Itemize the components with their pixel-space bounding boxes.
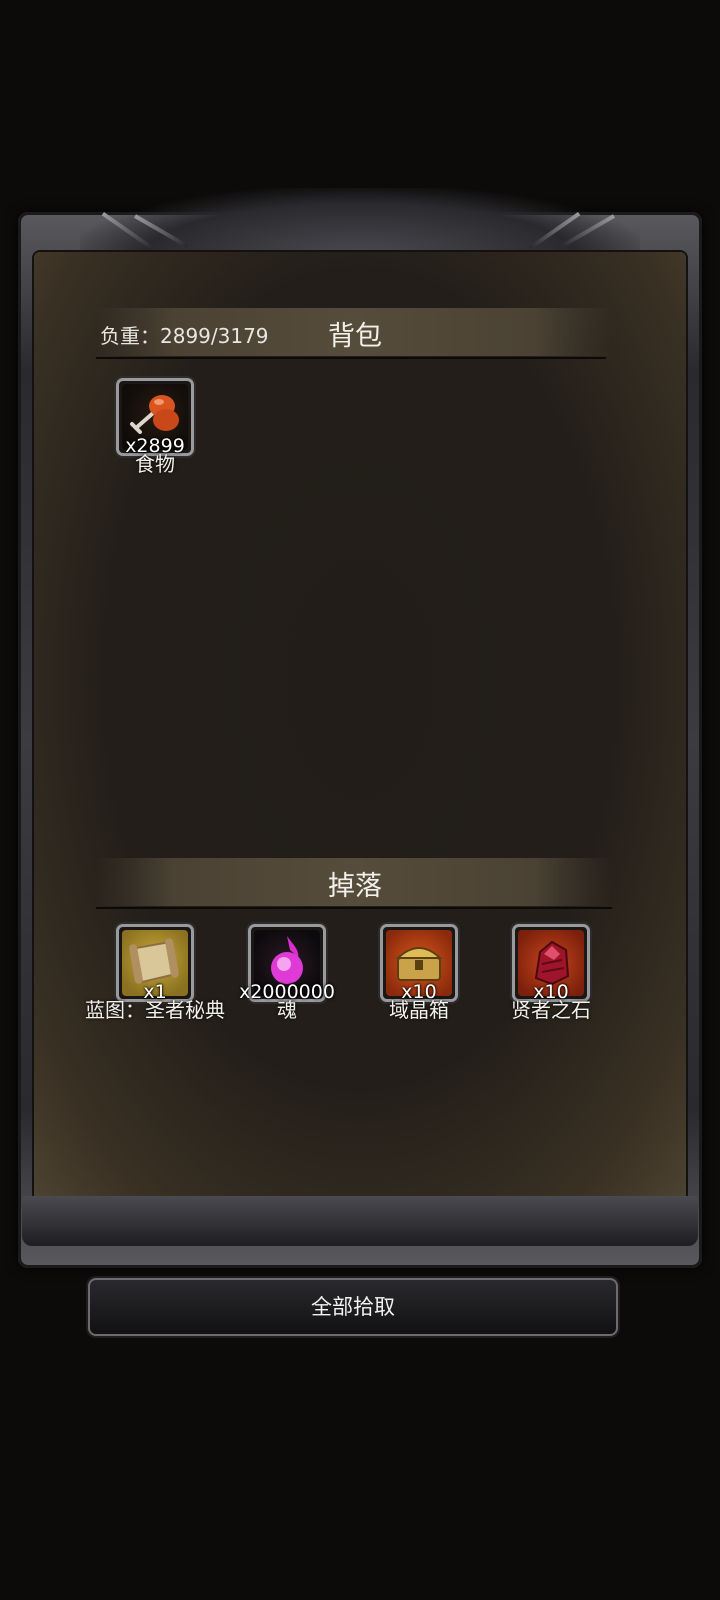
item-name: 贤者之石: [511, 998, 591, 1022]
frame-ornament-bottom: [22, 1196, 698, 1246]
drops-header-divider: [96, 907, 612, 909]
drops-title: 掉落: [328, 871, 382, 902]
pickup-all-button[interactable]: 全部拾取: [88, 1278, 618, 1336]
item-name: 魂: [277, 998, 297, 1022]
weight-label: 负重：2899/3179: [100, 324, 269, 348]
backpack-item-slot[interactable]: x2899: [116, 378, 194, 457]
drop-item-slot[interactable]: x2000000: [239, 924, 335, 1003]
drop-item-slot[interactable]: x1: [116, 924, 194, 1003]
frame-ornament-top: [80, 188, 640, 258]
item-name: 食物: [135, 452, 175, 476]
drop-item-slot[interactable]: x10: [512, 924, 590, 1003]
item-name: 蓝图：圣者秘典: [85, 998, 225, 1022]
drop-item-slot[interactable]: x10: [380, 924, 458, 1003]
item-name: 域晶箱: [389, 998, 449, 1022]
backpack-header-divider: [96, 357, 606, 359]
backpack-title: 背包: [328, 321, 382, 352]
